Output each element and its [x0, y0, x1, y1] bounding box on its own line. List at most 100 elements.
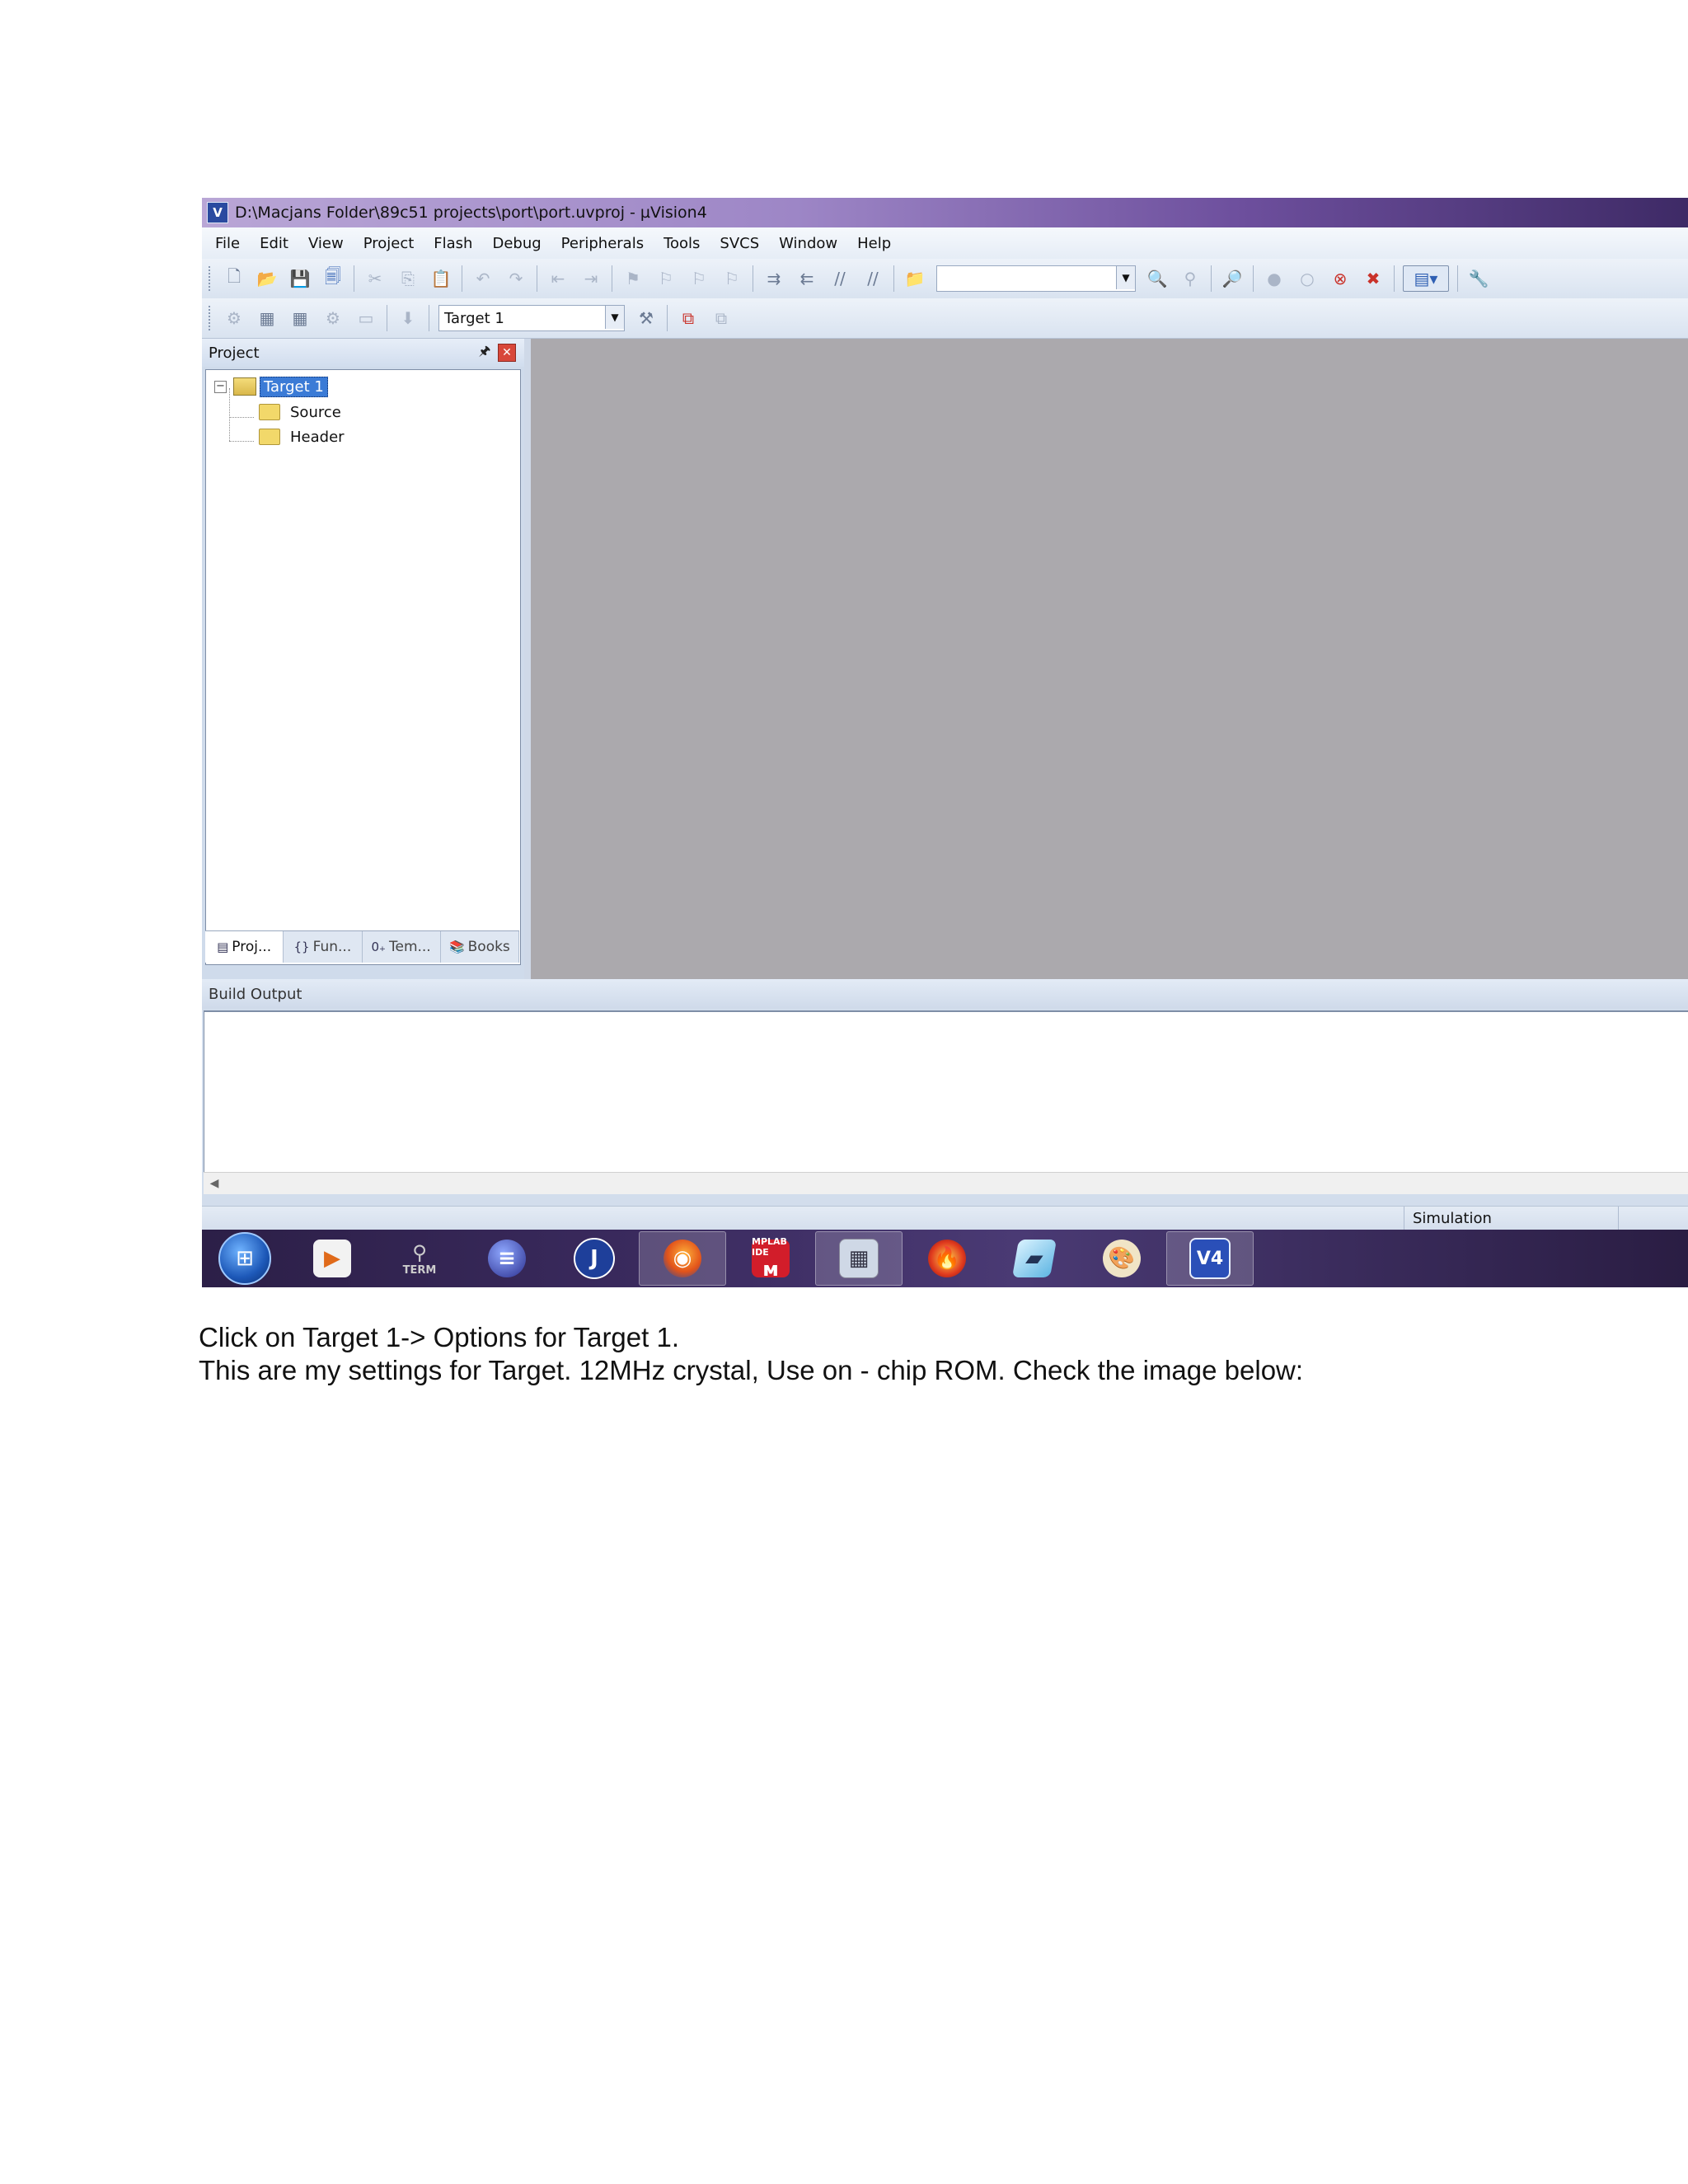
next-bookmark-icon[interactable]: ⚐: [687, 266, 711, 291]
taskbar-paint[interactable]: 🎨: [1079, 1232, 1165, 1285]
project-panel-title: Project: [209, 344, 260, 362]
configure-icon[interactable]: 🔧: [1466, 266, 1491, 291]
status-bar: Simulation: [202, 1206, 1688, 1230]
tab-project[interactable]: ▤ Proj...: [205, 931, 284, 963]
tab-functions[interactable]: {} Fun...: [284, 931, 363, 963]
build-output-panel: Build Output ◀: [202, 979, 1688, 1206]
tree-item-target[interactable]: − Target 1: [214, 375, 328, 398]
chevron-down-icon[interactable]: ▼: [605, 306, 624, 329]
toolbar-separator: [1394, 265, 1395, 292]
taskbar-mplab[interactable]: MPLAB IDE ᴍ: [728, 1232, 814, 1285]
paste-icon[interactable]: 📋: [429, 266, 453, 291]
unindent-icon[interactable]: ⇇: [795, 266, 819, 291]
start-debug-icon[interactable]: 🔎: [1220, 266, 1245, 291]
kill-all-breakpoints-icon[interactable]: ✖: [1361, 266, 1386, 291]
menu-svcs[interactable]: SVCS: [710, 235, 769, 252]
taskbar-media-player[interactable]: ▶: [289, 1232, 375, 1285]
select-packs-icon[interactable]: ⧉: [709, 306, 734, 330]
previous-bookmark-icon[interactable]: ⚐: [654, 266, 678, 291]
comment-icon[interactable]: //: [828, 266, 852, 291]
close-icon[interactable]: ✕: [498, 344, 516, 362]
project-tab-icon: ▤: [217, 940, 229, 954]
insert-breakpoint-icon[interactable]: ●: [1262, 266, 1287, 291]
uvision-app-icon: V: [207, 202, 228, 223]
project-panel-tabs: ▤ Proj... {} Fun... 0₊ Tem... 📚 Books: [205, 930, 519, 963]
taskbar-eclipse[interactable]: ≡: [464, 1232, 550, 1285]
menu-debug[interactable]: Debug: [482, 235, 551, 252]
menu-edit[interactable]: Edit: [250, 235, 298, 252]
caption-line-1: Click on Target 1-> Options for Target 1…: [199, 1322, 679, 1352]
find-combo[interactable]: ▼: [936, 265, 1136, 292]
menu-help[interactable]: Help: [847, 235, 901, 252]
build-icon[interactable]: ▦: [255, 306, 279, 330]
tab-books[interactable]: 📚 Books: [441, 931, 519, 963]
tree-item-source[interactable]: Source: [254, 401, 345, 424]
windows-start-button[interactable]: ⊞: [202, 1232, 288, 1285]
toolbar-grip[interactable]: [209, 306, 213, 330]
redo-icon[interactable]: ↷: [504, 266, 528, 291]
new-file-icon[interactable]: 🗋: [222, 266, 246, 291]
toolbar-grip[interactable]: [209, 266, 213, 291]
clear-bookmarks-icon[interactable]: ⚐: [720, 266, 744, 291]
pin-icon[interactable]: 🖈: [476, 342, 493, 364]
uncomment-icon[interactable]: //: [860, 266, 885, 291]
chevron-down-icon[interactable]: ▼: [1116, 266, 1135, 289]
disable-all-breakpoints-icon[interactable]: ⊗: [1328, 266, 1353, 291]
collapse-icon[interactable]: −: [214, 380, 227, 393]
translate-icon[interactable]: ⚙: [222, 306, 246, 330]
toolbar-separator: [893, 265, 894, 292]
menu-flash[interactable]: Flash: [424, 235, 482, 252]
save-icon[interactable]: 💾: [288, 266, 312, 291]
build-output-header: Build Output: [202, 979, 1688, 1009]
enable-breakpoint-icon[interactable]: ○: [1295, 266, 1320, 291]
tree-item-label[interactable]: Header: [287, 428, 348, 447]
menu-tools[interactable]: Tools: [654, 235, 710, 252]
tree-item-label[interactable]: Source: [287, 403, 345, 422]
target-select[interactable]: Target 1 ▼: [438, 305, 625, 331]
window-layout-icon[interactable]: ▤▾: [1403, 265, 1449, 292]
window-title: D:\Macjans Folder\89c51 projects\port\po…: [235, 204, 707, 222]
save-all-icon[interactable]: 🗐: [321, 266, 345, 291]
navigate-forward-icon[interactable]: ⇥: [579, 266, 603, 291]
editor-area[interactable]: [531, 339, 1688, 979]
taskbar-jedit[interactable]: J: [551, 1232, 637, 1285]
rebuild-icon[interactable]: ▦: [288, 306, 312, 330]
target-options-icon[interactable]: ⚒: [634, 306, 659, 330]
taskbar-burner[interactable]: 🔥: [904, 1232, 990, 1285]
taskbar-terminal[interactable]: ⚲ TERM: [377, 1232, 462, 1285]
menu-project[interactable]: Project: [354, 235, 424, 252]
media-player-icon: ▶: [313, 1240, 351, 1277]
build-output-text[interactable]: [204, 1010, 1688, 1174]
find-icon[interactable]: 🔍: [1145, 266, 1170, 291]
insert-bookmark-icon[interactable]: ⚑: [621, 266, 645, 291]
target-select-value: Target 1: [444, 309, 504, 327]
menu-file[interactable]: File: [205, 235, 250, 252]
cut-icon[interactable]: ✂: [363, 266, 387, 291]
indent-icon[interactable]: ⇉: [762, 266, 786, 291]
tree-item-label[interactable]: Target 1: [260, 376, 328, 397]
tree-item-header[interactable]: Header: [254, 425, 348, 448]
notepad-icon: ▰: [1011, 1240, 1057, 1277]
undo-icon[interactable]: ↶: [471, 266, 495, 291]
tab-templates[interactable]: 0₊ Tem...: [363, 931, 441, 963]
project-tree: − Target 1 Source Header: [205, 369, 521, 965]
taskbar-calculator[interactable]: ▦: [815, 1231, 903, 1286]
navigate-back-icon[interactable]: ⇤: [546, 266, 570, 291]
copy-icon[interactable]: ⎘: [396, 266, 420, 291]
scroll-left-icon[interactable]: ◀: [204, 1173, 225, 1194]
download-icon[interactable]: ⬇: [396, 306, 420, 330]
taskbar-firefox[interactable]: ◉: [639, 1231, 726, 1286]
taskbar-notepad[interactable]: ▰: [992, 1232, 1077, 1285]
batch-build-icon[interactable]: ⚙: [321, 306, 345, 330]
stop-build-icon[interactable]: ▭: [354, 306, 378, 330]
menu-window[interactable]: Window: [769, 235, 847, 252]
uvision4-icon: V4: [1189, 1238, 1231, 1279]
horizontal-scrollbar[interactable]: ◀: [204, 1172, 1688, 1194]
menu-peripherals[interactable]: Peripherals: [551, 235, 654, 252]
open-file-icon[interactable]: 📂: [255, 266, 279, 291]
menu-view[interactable]: View: [298, 235, 354, 252]
taskbar-uvision[interactable]: V4: [1166, 1231, 1254, 1286]
manage-project-items-icon[interactable]: ⧉: [676, 306, 701, 330]
find-in-files-icon[interactable]: 📁: [903, 266, 927, 291]
incremental-find-icon[interactable]: ⚲: [1178, 266, 1203, 291]
